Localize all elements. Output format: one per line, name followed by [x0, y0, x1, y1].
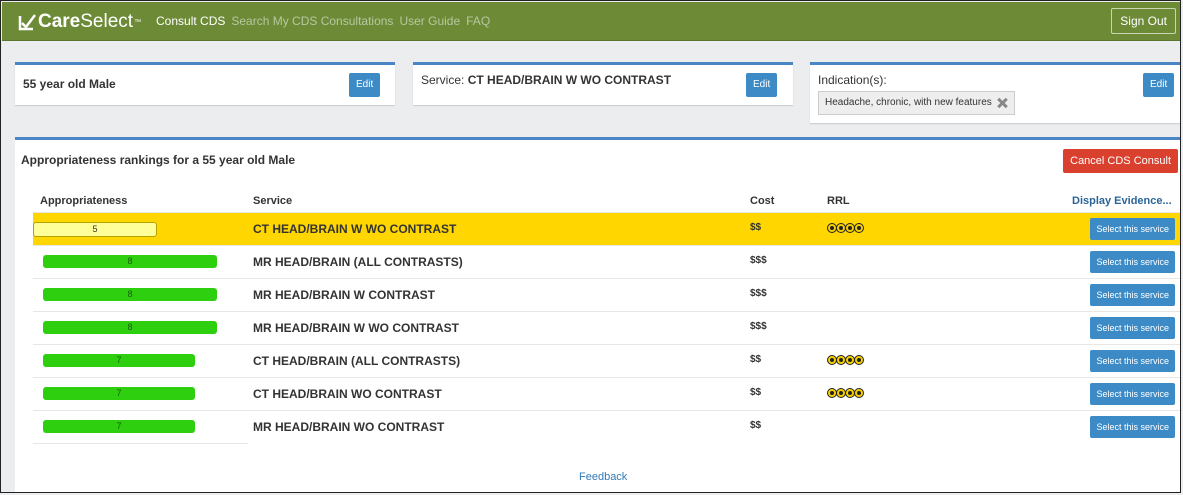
display-evidence-link[interactable]: Display Evidence...: [1072, 195, 1172, 207]
main-nav: Consult CDS Search My CDS Consultations …: [156, 14, 490, 28]
appropriateness-score-bar: 5: [33, 222, 157, 237]
table-row: 8 MR HEAD/BRAIN W WO CONTRAST $$$ Select th…: [33, 311, 1180, 344]
service-cost: $$: [750, 222, 762, 233]
service-cost: $$: [750, 354, 762, 365]
service-card: Service: CT HEAD/BRAIN W WO CONTRAST Edi…: [413, 62, 793, 105]
service-cost: $$$: [750, 255, 767, 266]
radiation-icon: [854, 388, 864, 398]
table-row: 8 MR HEAD/BRAIN (ALL CONTRASTS) $$$ Select …: [33, 245, 1180, 278]
indication-tag-text: Headache, chronic, with new features: [825, 97, 992, 108]
appropriateness-score-bar: 8: [43, 288, 217, 301]
service-name: MR HEAD/BRAIN WO CONTRAST: [253, 420, 445, 434]
edit-service-button[interactable]: Edit: [746, 73, 778, 97]
appropriateness-score-bar: 7: [43, 387, 195, 400]
feedback-link[interactable]: Feedback: [579, 471, 627, 483]
check-logo-icon: [18, 14, 36, 31]
appropriateness-score-bar: 8: [43, 321, 217, 334]
col-header-appropriateness: Appropriateness: [40, 195, 128, 207]
nav-faq[interactable]: FAQ: [466, 14, 490, 28]
select-service-button[interactable]: Select this service: [1090, 383, 1175, 405]
service-label: Service:: [421, 73, 465, 87]
appropriateness-score-bar: 7: [43, 420, 195, 433]
service-cost: $$: [750, 387, 762, 398]
rankings-panel: Appropriateness rankings for a 55 year o…: [15, 137, 1180, 492]
top-navbar: Care Select ™ Consult CDS Search My CDS Co…: [2, 2, 1180, 41]
appropriateness-score-bar: 7: [43, 354, 195, 367]
table-row: 5 CT HEAD/BRAIN W WO CONTRAST $$ Select thi…: [33, 212, 1180, 245]
radiation-icon: [854, 223, 864, 233]
service-name: CT HEAD/BRAIN (ALL CONTRASTS): [253, 354, 461, 368]
select-service-button[interactable]: Select this service: [1090, 251, 1175, 273]
col-header-service: Service: [253, 195, 293, 207]
rrl-radiation-icon: [827, 355, 864, 365]
service-name: MR HEAD/BRAIN W WO CONTRAST: [253, 321, 459, 335]
service-name: MR HEAD/BRAIN W CONTRAST: [253, 288, 435, 302]
logo-text-care: Care: [38, 11, 81, 32]
col-header-cost: Cost: [750, 195, 775, 207]
nav-search-consultations[interactable]: Search My CDS Consultations: [231, 14, 393, 28]
select-service-button[interactable]: Select this service: [1090, 218, 1175, 240]
cancel-cds-consult-button[interactable]: Cancel CDS Consult: [1063, 149, 1178, 173]
service-name: MR HEAD/BRAIN (ALL CONTRASTS): [253, 255, 463, 269]
careselect-logo[interactable]: Care Select ™: [18, 11, 141, 33]
select-service-button[interactable]: Select this service: [1090, 317, 1175, 339]
nav-consult-cds[interactable]: Consult CDS: [156, 14, 225, 28]
window-frame: Care Select ™ Consult CDS Search My CDS Co…: [0, 0, 1181, 493]
select-service-button[interactable]: Select this service: [1090, 416, 1175, 438]
service-cost: $$$: [750, 321, 767, 332]
service-cost: $$: [750, 420, 762, 431]
logo-trademark: ™: [134, 18, 142, 26]
sign-out-button[interactable]: Sign Out: [1111, 8, 1176, 34]
table-divider: [33, 443, 248, 444]
indication-card: Indication(s): Headache, chronic, with n…: [810, 62, 1180, 123]
rrl-radiation-icon: [827, 388, 864, 398]
col-header-rrl: RRL: [827, 195, 850, 207]
service-name: CT HEAD/BRAIN WO CONTRAST: [253, 387, 442, 401]
remove-indication-icon[interactable]: [996, 97, 1008, 109]
service-cost: $$$: [750, 288, 767, 299]
select-service-button[interactable]: Select this service: [1090, 284, 1175, 306]
table-row: 7 CT HEAD/BRAIN (ALL CONTRASTS) $$ Select t…: [33, 344, 1180, 377]
appropriateness-score-bar: 8: [43, 255, 217, 268]
rankings-title: Appropriateness rankings for a 55 year o…: [21, 153, 296, 167]
table-row: 8 MR HEAD/BRAIN W CONTRAST $$$ Select this …: [33, 278, 1180, 311]
radiation-icon: [854, 355, 864, 365]
select-service-button[interactable]: Select this service: [1090, 350, 1175, 372]
rrl-radiation-icon: [827, 223, 864, 233]
service-value: CT HEAD/BRAIN W WO CONTRAST: [467, 73, 672, 87]
patient-summary: 55 year old Male: [23, 77, 116, 91]
service-summary: Service: CT HEAD/BRAIN W WO CONTRAST: [421, 73, 671, 87]
nav-user-guide[interactable]: User Guide: [399, 14, 460, 28]
service-name: CT HEAD/BRAIN W WO CONTRAST: [253, 222, 457, 236]
logo-text-select: Select: [80, 11, 134, 32]
edit-indication-button[interactable]: Edit: [1143, 73, 1175, 97]
table-row: 7 CT HEAD/BRAIN WO CONTRAST $$ Select this …: [33, 377, 1180, 410]
indication-label: Indication(s):: [818, 73, 887, 87]
table-row: 7 MR HEAD/BRAIN WO CONTRAST $$ Select this …: [33, 410, 1180, 443]
edit-patient-button[interactable]: Edit: [349, 73, 381, 97]
indication-tag: Headache, chronic, with new features: [818, 91, 1015, 115]
patient-card: 55 year old Male Edit: [15, 62, 395, 105]
